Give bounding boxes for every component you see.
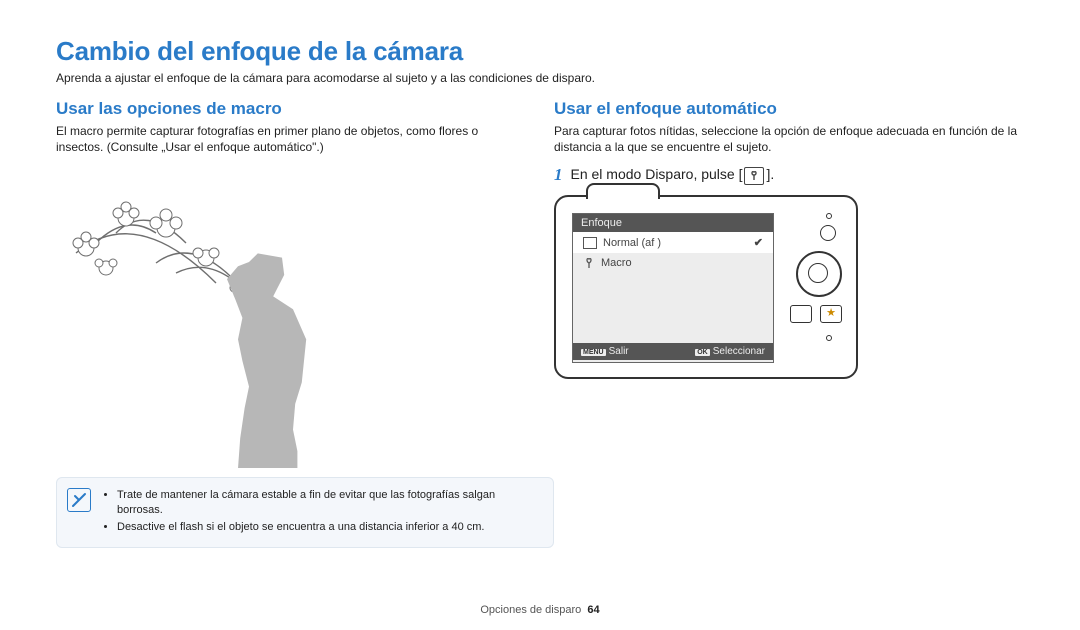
right-body: Para capturar fotos nítidas, seleccione … — [554, 123, 1024, 155]
camera-controls: ★ — [786, 211, 846, 363]
note-item: Trate de mantener la cámara estable a fi… — [117, 488, 541, 518]
step-1: 1 En el modo Disparo, pulse []. — [554, 165, 1024, 185]
note-box: Trate de mantener la cámara estable a fi… — [56, 477, 554, 548]
camera-screen: Enfoque Normal (af ) ✔ Macro MENUSalir — [572, 213, 774, 363]
menu-badge: MENU — [581, 349, 606, 356]
step-text: En el modo Disparo, pulse []. — [571, 166, 775, 184]
page-subtitle: Aprenda a ajustar el enfoque de la cámar… — [56, 71, 1024, 85]
star-button-icon: ★ — [820, 305, 842, 323]
right-heading: Usar el enfoque automático — [554, 99, 1024, 119]
step-number: 1 — [554, 165, 563, 185]
macro-illustration — [56, 163, 356, 463]
menu-option-label: Macro — [601, 257, 632, 269]
menu-option-label: Normal (af ) — [603, 237, 661, 249]
left-heading: Usar las opciones de macro — [56, 99, 526, 119]
macro-key-icon — [744, 167, 764, 185]
camera-illustration: Enfoque Normal (af ) ✔ Macro MENUSalir — [554, 195, 858, 379]
left-body: El macro permite capturar fotografías en… — [56, 123, 526, 155]
check-icon: ✔ — [754, 236, 763, 249]
af-icon — [583, 237, 597, 249]
footer-section: Opciones de disparo — [480, 604, 581, 616]
note-icon — [67, 488, 91, 512]
page-footer: Opciones de disparo 64 — [0, 604, 1080, 616]
menu-option-macro: Macro — [573, 253, 773, 273]
ok-badge: OK — [695, 349, 710, 356]
screen-footer: MENUSalir OKSeleccionar — [573, 343, 773, 360]
footer-select-label: Seleccionar — [713, 346, 765, 357]
footer-exit-label: Salir — [609, 346, 629, 357]
step-text-before: En el modo Disparo, pulse [ — [571, 166, 743, 182]
step-text-after: ]. — [766, 166, 774, 182]
footer-page-number: 64 — [587, 604, 599, 616]
tulip-icon — [583, 257, 595, 269]
page-title: Cambio del enfoque de la cámara — [56, 36, 1024, 67]
menu-title: Enfoque — [573, 214, 773, 232]
note-item: Desactive el flash si el objeto se encue… — [117, 520, 541, 535]
menu-option-normal: Normal (af ) ✔ — [573, 232, 773, 253]
